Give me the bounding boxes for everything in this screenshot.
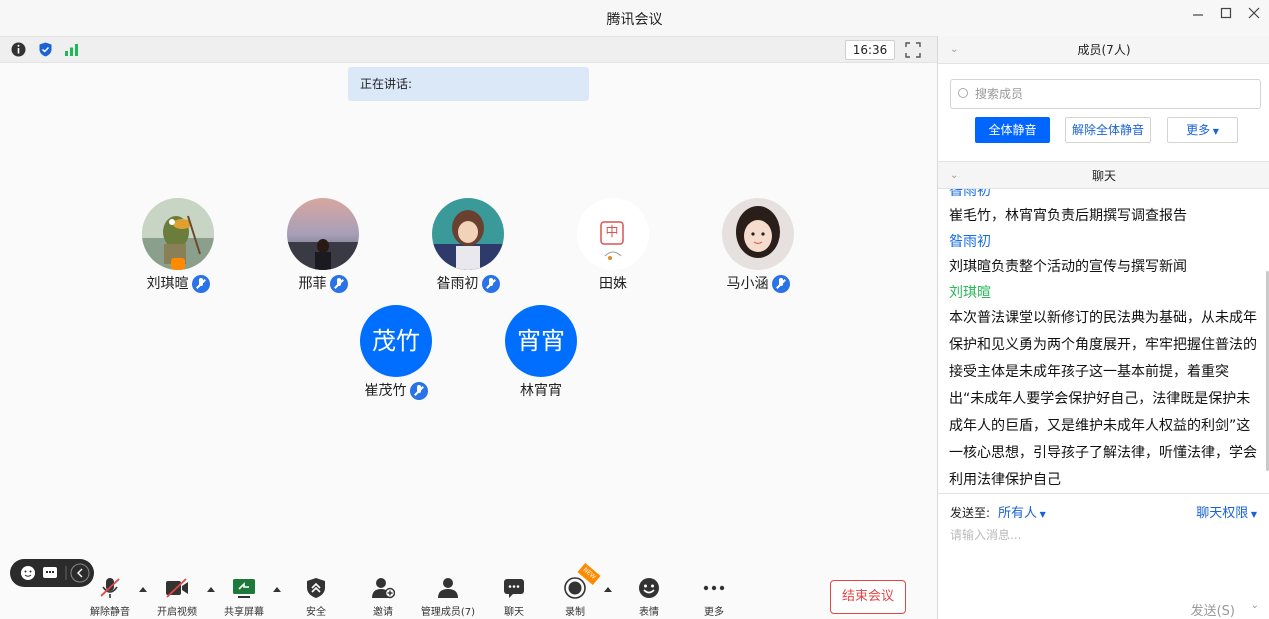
send-to-label: 发送至: [950, 506, 991, 520]
close-icon[interactable] [1244, 6, 1264, 24]
members-section-header[interactable]: ⌄ 成员(7人) [938, 36, 1269, 64]
maximize-icon[interactable] [1216, 6, 1236, 24]
chat-message-text: 刘琪暄负责整个活动的宣传与撰写新闻 [949, 259, 1187, 275]
more-button[interactable]: 更多 [684, 577, 744, 618]
record-button[interactable]: NEW 录制 [545, 562, 605, 618]
unmute-all-button[interactable]: 解除全体静音 [1065, 117, 1151, 143]
chat-input[interactable]: 请输入消息... [950, 526, 1021, 543]
share-options-caret[interactable] [273, 587, 281, 592]
mic-muted-icon [329, 275, 348, 293]
members-icon [436, 577, 460, 599]
member-tile[interactable]: 昝雨初 [403, 198, 533, 295]
info-icon[interactable] [10, 41, 27, 58]
host-badge-icon [171, 258, 185, 270]
avatar [287, 198, 359, 270]
chat-bubble-icon [502, 577, 526, 599]
chat-title: 聊天 [1091, 169, 1116, 183]
emoji-button[interactable]: 表情 [619, 577, 679, 618]
meeting-stage: 16:36 正在讲话: 刘琪暄 邢菲 昝雨初 中 田姝 马小涵 茂竹 崔茂竹 宵… [0, 36, 937, 619]
member-name: 崔茂竹 [364, 383, 407, 399]
mute-all-button[interactable]: 全体静音 [975, 117, 1050, 143]
share-screen-icon [232, 577, 256, 599]
chat-sender: 昝雨初 [949, 189, 991, 199]
window-title: 腾讯会议 [606, 12, 663, 28]
mic-muted-icon [481, 275, 500, 293]
chat-sender: 刘琪暄 [949, 285, 991, 301]
member-name: 邢菲 [298, 276, 327, 292]
record-options-caret[interactable] [604, 587, 612, 592]
member-tile[interactable]: 中 田姝 [548, 198, 678, 295]
security-shield-icon [304, 577, 328, 599]
send-button[interactable]: 发送(S) [1191, 600, 1235, 619]
camera-off-icon [165, 577, 189, 599]
avatar-sticker-text: 中 [605, 225, 619, 240]
record-icon: NEW [563, 562, 601, 599]
chevron-down-icon[interactable]: ⌄ [950, 36, 958, 64]
chat-message-text: 崔毛竹，林宵宵负责后期撰写调查报告 [949, 208, 1187, 224]
member-tile[interactable]: 马小涵 [693, 198, 823, 295]
member-name: 林宵宵 [520, 383, 562, 399]
side-panel: ⌄ 成员(7人) 搜索成员 全体静音 解除全体静音 更多 ▼ ⌄ 聊天 昝雨初 … [937, 36, 1269, 619]
avatar: 中 [577, 198, 649, 270]
member-name: 昝雨初 [436, 276, 479, 292]
emoji-icon [637, 577, 661, 599]
caret-down-icon: ▼ [1210, 127, 1219, 136]
invite-button[interactable]: 邀请 [353, 577, 413, 618]
title-bar: 腾讯会议 [0, 0, 1269, 36]
stage-status-bar: 16:36 [0, 37, 937, 63]
avatar [722, 198, 794, 270]
shield-icon[interactable] [37, 41, 54, 58]
caret-down-icon: ▼ [1248, 510, 1257, 519]
chat-sender: 昝雨初 [949, 234, 991, 250]
share-screen-button[interactable]: 共享屏幕 [214, 577, 274, 618]
mic-off-icon [98, 577, 122, 599]
manage-members-button[interactable]: 管理成员(7) [418, 577, 478, 618]
signal-strength-icon[interactable] [63, 41, 80, 58]
mic-muted-icon [409, 382, 428, 400]
mic-muted-icon [191, 275, 210, 293]
member-tile[interactable]: 茂竹 崔茂竹 [331, 305, 461, 402]
invite-user-icon [371, 577, 396, 599]
chat-permission-button[interactable]: 聊天权限 ▼ [1196, 502, 1257, 521]
avatar: 茂竹 [360, 305, 432, 377]
member-name: 刘琪暄 [146, 276, 189, 292]
chat-message-text: 本次普法课堂以新修订的民法典为基础，从未成年保护和见义勇为两个角度展开，牢牢把握… [949, 310, 1257, 488]
send-to-selector[interactable]: 发送至: 所有人 ▼ [950, 502, 1046, 521]
search-placeholder: 搜索成员 [975, 87, 1024, 101]
end-meeting-button[interactable]: 结束会议 [830, 580, 906, 614]
audio-options-caret[interactable] [139, 587, 147, 592]
member-name: 马小涵 [726, 276, 769, 292]
fullscreen-icon[interactable] [904, 41, 922, 59]
chevron-down-icon[interactable]: ⌄ [950, 162, 958, 190]
meeting-clock: 16:36 [845, 40, 895, 60]
member-tile[interactable]: 刘琪暄 [113, 198, 243, 295]
member-name: 田姝 [599, 276, 627, 292]
speaking-indicator: 正在讲话: [348, 67, 589, 101]
avatar [432, 198, 504, 270]
send-options-chevron-icon[interactable]: ⌄ [1251, 600, 1259, 611]
chat-messages[interactable]: 昝雨初 崔毛竹，林宵宵负责后期撰写调查报告 昝雨初 刘琪暄负责整个活动的宣传与撰… [938, 189, 1269, 493]
member-tile[interactable]: 宵宵 林宵宵 [476, 305, 606, 402]
minimize-icon[interactable] [1188, 6, 1208, 24]
send-to-value[interactable]: 所有人 [998, 506, 1037, 521]
security-button[interactable]: 安全 [286, 577, 346, 618]
mic-muted-icon [771, 275, 790, 293]
chat-section-header[interactable]: ⌄ 聊天 [938, 161, 1269, 189]
members-title: 成员(7人) [1077, 43, 1131, 57]
search-icon [958, 88, 968, 98]
member-search-input[interactable]: 搜索成员 [950, 79, 1261, 109]
unmute-button[interactable]: 解除静音 [80, 577, 140, 618]
divider [938, 493, 1269, 494]
avatar [142, 198, 214, 270]
caret-down-icon: ▼ [1037, 510, 1046, 519]
avatar: 宵宵 [505, 305, 577, 377]
member-tile[interactable]: 邢菲 [258, 198, 388, 295]
start-video-button[interactable]: 开启视频 [147, 577, 207, 618]
members-more-button[interactable]: 更多 ▼ [1167, 117, 1238, 143]
chat-button[interactable]: 聊天 [484, 577, 544, 618]
more-dots-icon [702, 577, 726, 599]
